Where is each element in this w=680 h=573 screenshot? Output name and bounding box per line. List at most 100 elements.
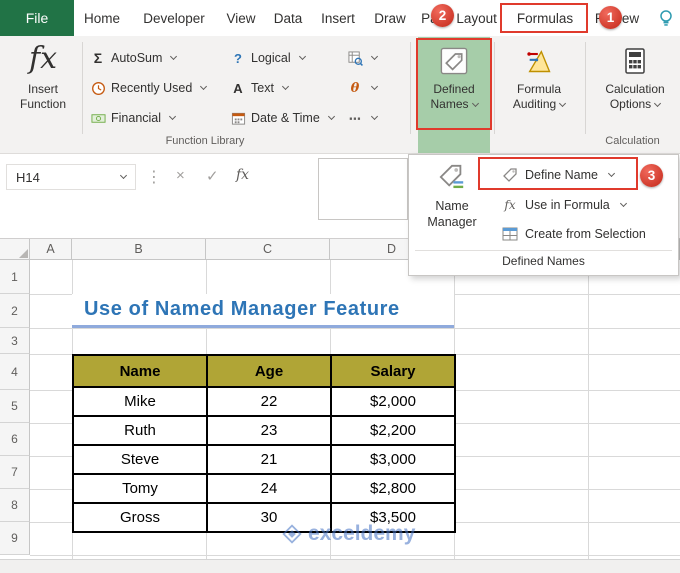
table-header-age[interactable]: Age [206, 354, 332, 388]
tab-home[interactable]: Home [74, 0, 130, 36]
chevron-down-icon [370, 82, 379, 91]
chevron-down-icon [281, 82, 289, 91]
excel-window: File Home Developer View Data Insert Dra… [0, 0, 680, 573]
table-row: Ruth 23 $2,200 [72, 415, 456, 446]
ellipsis-icon: ⋯ [348, 111, 362, 126]
calculation-options-label-line2: Options [609, 97, 652, 111]
autosum-label: AutoSum [111, 51, 163, 65]
recently-used-button[interactable]: Recently Used [90, 77, 208, 99]
page-title: Use of Named Manager Feature [84, 298, 400, 320]
function-library-group-label: Function Library [165, 135, 245, 147]
more-functions-button[interactable]: ⋯ [347, 107, 379, 129]
cell-c8[interactable]: 24 [206, 473, 332, 504]
select-all-triangle-icon [19, 249, 28, 258]
lookup-magnifier-icon [347, 50, 363, 66]
row-header-3[interactable]: 3 [0, 328, 30, 354]
tab-page-layout[interactable]: Page Layout [416, 0, 502, 36]
watermark-text: exceldemy [308, 522, 416, 545]
row-header-8[interactable]: 8 [0, 489, 30, 522]
tab-formulas[interactable]: Formulas [502, 0, 588, 36]
autosum-button[interactable]: Σ AutoSum [90, 47, 178, 69]
menu-item-use-in-formula[interactable]: fx Use in Formula [493, 191, 675, 218]
row-header-9[interactable]: 9 [0, 522, 30, 555]
tab-view[interactable]: View [218, 0, 264, 36]
row-header-1[interactable]: 1 [0, 260, 30, 294]
cell-d5[interactable]: $2,000 [330, 386, 456, 417]
tab-insert[interactable]: Insert [312, 0, 364, 36]
group-separator [494, 42, 495, 134]
tab-file[interactable]: File [0, 0, 74, 36]
row-header-5[interactable]: 5 [0, 390, 30, 423]
math-trig-button[interactable]: θ [347, 77, 379, 99]
cell-b7[interactable]: Steve [72, 444, 208, 475]
financial-label: Financial [111, 111, 162, 125]
column-header-b[interactable]: B [72, 239, 206, 259]
logical-label: Logical [251, 51, 291, 65]
cell-d7[interactable]: $3,000 [330, 444, 456, 475]
calculation-group-label: Calculation [605, 135, 660, 147]
table-header-name[interactable]: Name [72, 354, 208, 388]
column-header-c[interactable]: C [206, 239, 330, 259]
name-box-dropdown-icon[interactable] [119, 171, 128, 180]
formula-auditing-icon [524, 46, 554, 76]
text-button[interactable]: A Text [230, 77, 289, 99]
cancel-icon[interactable]: × [176, 167, 185, 184]
formula-input[interactable] [318, 158, 408, 220]
cell-c7[interactable]: 21 [206, 444, 332, 475]
watermark: exceldemy [282, 522, 415, 546]
row-header-6[interactable]: 6 [0, 423, 30, 456]
chevron-down-icon [370, 112, 379, 121]
group-separator [410, 42, 411, 134]
formula-bar-separator-icon: ⋮ [146, 169, 162, 186]
lightbulb-icon[interactable] [658, 9, 674, 30]
chevron-down-icon [168, 112, 177, 121]
tab-data[interactable]: Data [264, 0, 312, 36]
date-time-button[interactable]: Date & Time [230, 107, 335, 129]
row-header-7[interactable]: 7 [0, 456, 30, 489]
select-all-corner[interactable] [0, 239, 30, 259]
formula-auditing-label-line1: Formula [516, 82, 561, 96]
title-underline [72, 325, 454, 328]
cell-d8[interactable]: $2,800 [330, 473, 456, 504]
cell-c6[interactable]: 23 [206, 415, 332, 446]
tab-developer[interactable]: Developer [130, 0, 218, 36]
data-table: Name Age Salary Mike 22 $2,000 Ruth 23 $… [72, 354, 456, 533]
calendar-icon [230, 111, 246, 126]
cell-d6[interactable]: $2,200 [330, 415, 456, 446]
cell-b6[interactable]: Ruth [72, 415, 208, 446]
defined-names-tag-icon [440, 46, 468, 76]
table-header-salary[interactable]: Salary [330, 354, 456, 388]
row-header-4[interactable]: 4 [0, 354, 30, 390]
clock-icon [90, 81, 106, 96]
cell-b5[interactable]: Mike [72, 386, 208, 417]
title-cell[interactable]: Use of Named Manager Feature [72, 294, 454, 325]
row-header-2[interactable]: 2 [0, 294, 30, 328]
name-box[interactable]: H14 [6, 164, 136, 190]
insert-function-button[interactable]: fx Insert Function [8, 40, 78, 148]
cell-b8[interactable]: Tomy [72, 473, 208, 504]
insert-function-label: Insert Function [19, 82, 67, 111]
chevron-down-icon [370, 52, 379, 61]
enter-check-icon[interactable]: ✓ [206, 167, 219, 185]
name-manager-button[interactable]: Name Manager [413, 158, 491, 248]
logical-button[interactable]: ? Logical [230, 47, 306, 69]
financial-button[interactable]: Financial [90, 107, 177, 129]
cell-c5[interactable]: 22 [206, 386, 332, 417]
lookup-reference-button[interactable] [347, 47, 379, 69]
menu-item-create-from-selection[interactable]: Create from Selection [493, 220, 675, 247]
formula-auditing-button[interactable]: Formula Auditing [500, 37, 578, 153]
column-header-a[interactable]: A [30, 239, 72, 259]
group-separator [585, 42, 586, 134]
defined-names-button[interactable]: Defined Names [418, 37, 490, 153]
chevron-down-icon [654, 99, 662, 107]
menu-separator [415, 250, 672, 251]
chevron-down-icon [200, 82, 208, 91]
formula-auditing-label-line2: Auditing [512, 97, 557, 111]
defined-names-group-label: Defined Names [502, 254, 585, 268]
question-mark-icon: ? [234, 50, 242, 66]
define-name-label: Define Name [525, 167, 598, 182]
tab-draw[interactable]: Draw [364, 0, 416, 36]
horizontal-scrollbar[interactable] [0, 559, 680, 573]
cell-b9[interactable]: Gross [72, 502, 208, 533]
insert-function-fx-icon[interactable]: fx [236, 167, 249, 183]
